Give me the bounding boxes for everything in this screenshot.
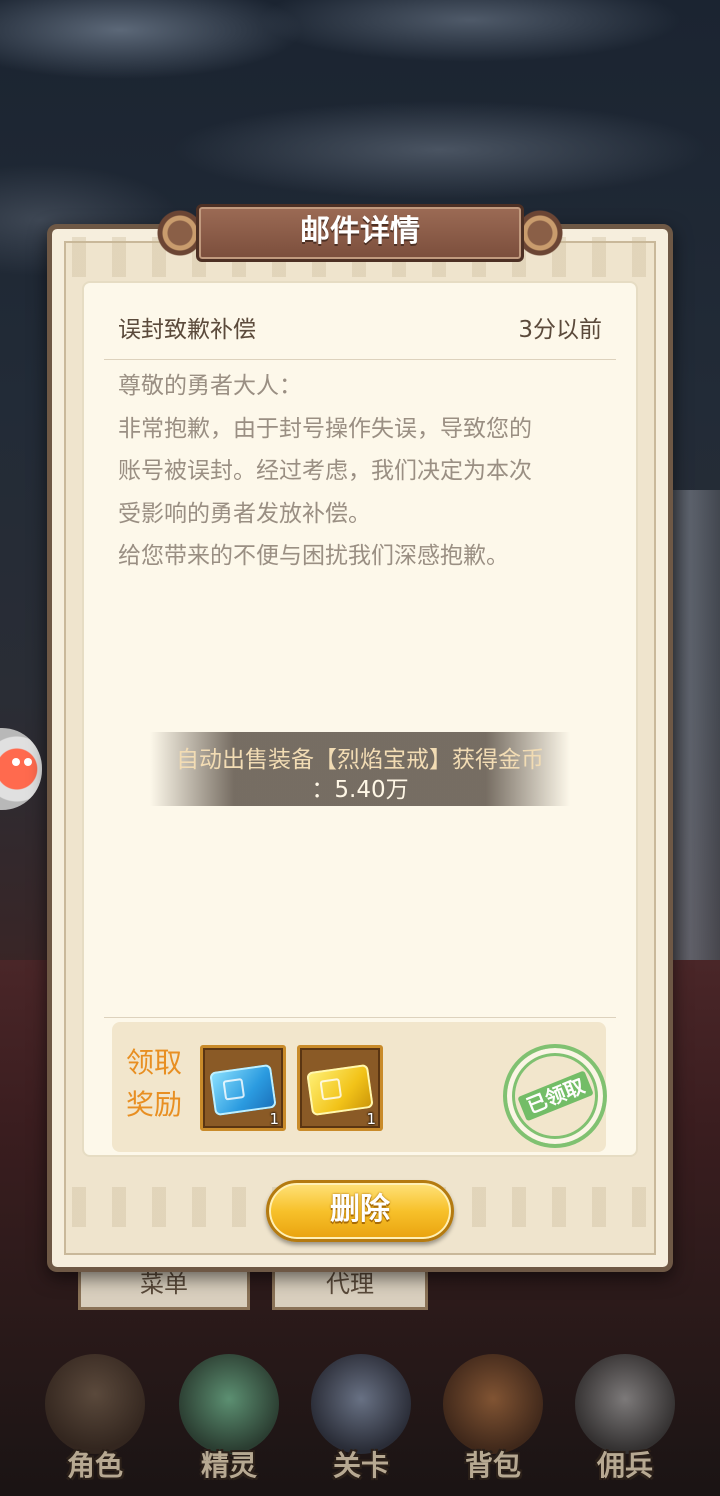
nav-item-character[interactable]: 角色 — [30, 1340, 160, 1490]
nav-label: 角色 — [66, 1449, 123, 1482]
nav-item-stage[interactable]: 关卡 — [296, 1340, 426, 1490]
rewards-label: 领取奖励 — [126, 1046, 183, 1121]
delete-button[interactable]: 删除 — [266, 1180, 454, 1242]
header-divider — [104, 359, 616, 360]
nav-item-backpack[interactable]: 背包 — [428, 1340, 558, 1490]
mail-body-line: 给您带来的不便与困扰我们深感抱歉。 — [118, 543, 509, 569]
nav-label: 精灵 — [200, 1449, 257, 1482]
gold-ticket-icon — [306, 1063, 374, 1117]
mail-body: 尊敬的勇者大人： 非常抱歉，由于封号操作失误，导致您的 账号被误封。经过考虑，我… — [118, 365, 618, 578]
blue-ticket-icon — [209, 1063, 277, 1117]
stage-icon — [311, 1354, 411, 1454]
character-icon — [45, 1354, 145, 1454]
mail-body-line: 非常抱歉，由于封号操作失误，导致您的 — [118, 415, 532, 442]
toast-message: 自动出售装备【烈焰宝戒】获得金币 — [176, 747, 544, 773]
nav-label: 关卡 — [332, 1449, 389, 1482]
mercenary-icon — [575, 1354, 675, 1454]
rewards-divider — [104, 1017, 616, 1018]
dialog-title: 邮件详情 — [300, 214, 420, 249]
reward-count: 1 — [269, 1110, 279, 1128]
reward-count: 1 — [366, 1110, 376, 1128]
mail-body-line: 受影响的勇者发放补偿。 — [118, 500, 371, 527]
nav-item-mercenary[interactable]: 佣兵 — [560, 1340, 690, 1490]
nav-label: 背包 — [464, 1449, 521, 1482]
nav-item-spirit[interactable]: 精灵 — [164, 1340, 294, 1490]
toast-message-value: ：5.40万 — [311, 777, 409, 803]
bottom-nav: 角色 精灵 关卡 背包 佣兵 — [0, 1340, 720, 1496]
spirit-icon — [179, 1354, 279, 1454]
mail-time: 3分以前 — [518, 317, 602, 343]
mail-subject: 误封致歉补偿 — [118, 317, 256, 343]
nav-label: 佣兵 — [596, 1449, 653, 1482]
backpack-icon — [443, 1354, 543, 1454]
reward-slot-blue-ticket[interactable]: 1 — [200, 1045, 286, 1131]
reward-slot-gold-ticket[interactable]: 1 — [297, 1045, 383, 1131]
mail-body-line: 账号被误封。经过考虑，我们决定为本次 — [118, 458, 532, 484]
mail-body-line: 尊敬的勇者大人： — [118, 373, 302, 399]
background-ruins — [670, 490, 720, 960]
